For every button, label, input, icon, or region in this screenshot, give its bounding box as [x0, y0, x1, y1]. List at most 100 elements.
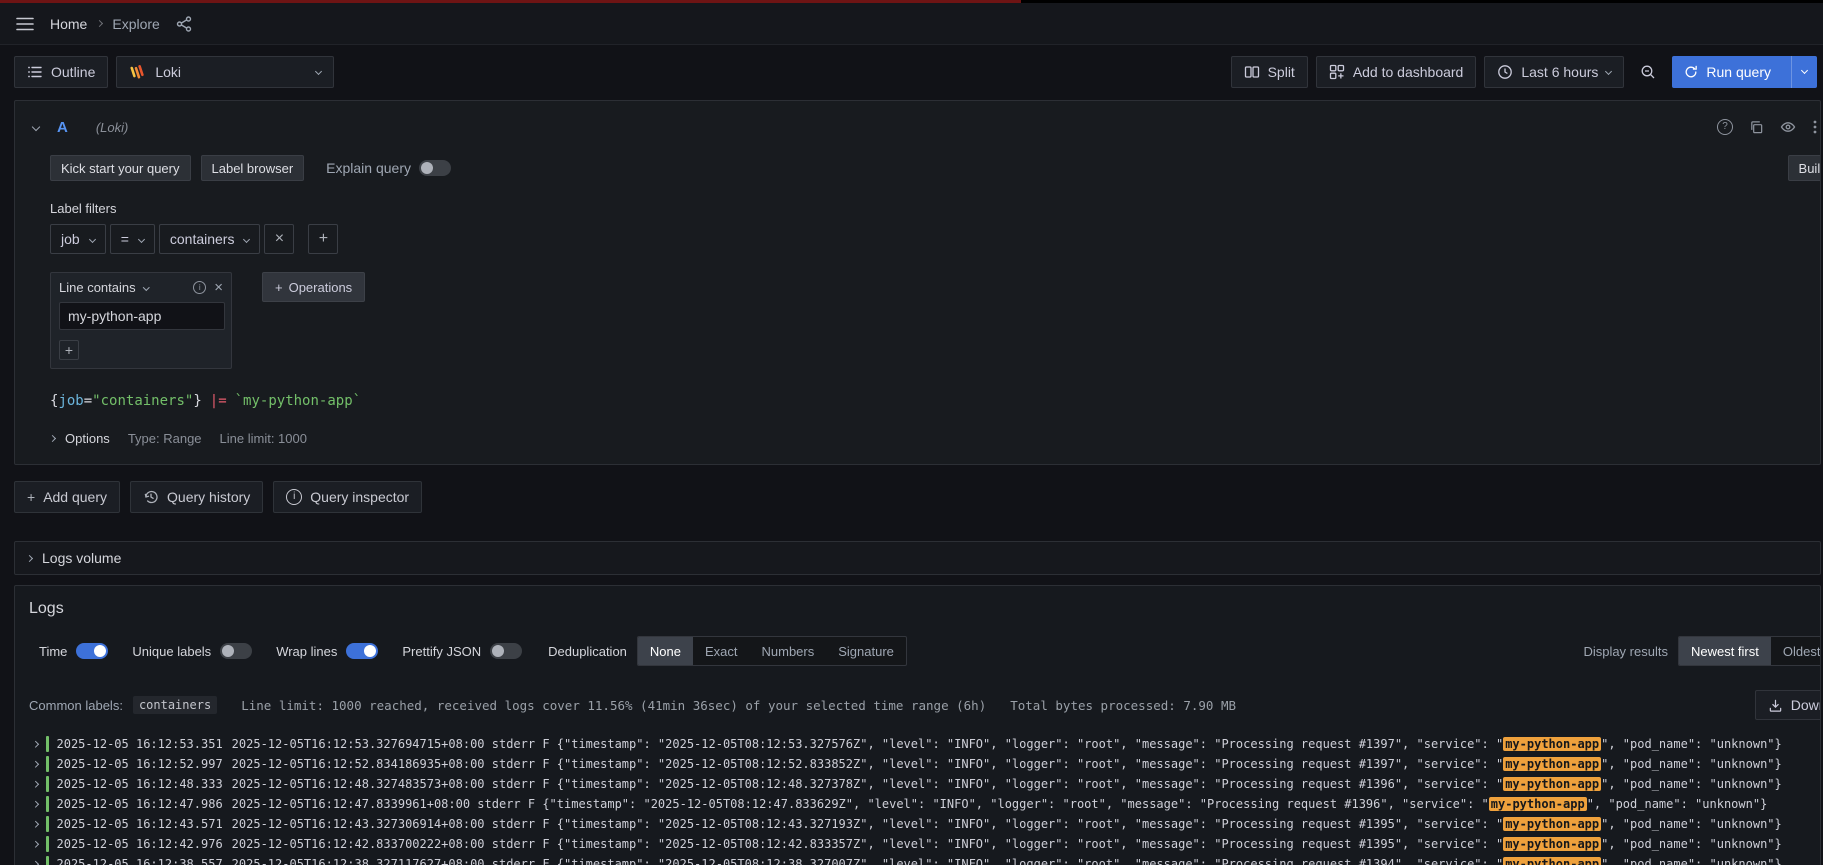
- loki-logo-icon: [129, 63, 147, 81]
- log-row[interactable]: 2025-12-05 16:12:48.333 2025-12-05T16:12…: [27, 774, 1808, 794]
- expand-log-chevron-icon[interactable]: [32, 800, 39, 808]
- sort-option-newest-first[interactable]: Newest first: [1678, 637, 1771, 665]
- log-row[interactable]: 2025-12-05 16:12:38.557 2025-12-05T16:12…: [27, 854, 1808, 865]
- hide-query-eye-icon[interactable]: [1780, 119, 1796, 135]
- close-icon: ×: [274, 230, 285, 247]
- logs-toggle: Prettify JSON: [402, 643, 523, 659]
- expand-log-chevron-icon[interactable]: [32, 760, 39, 768]
- log-message: 2025-12-05T16:12:43.327306914+08:00 stde…: [231, 817, 1782, 831]
- log-row[interactable]: 2025-12-05 16:12:43.571 2025-12-05T16:12…: [27, 814, 1808, 834]
- log-timestamp: 2025-12-05 16:12:52.997: [56, 757, 223, 771]
- logs-toggle: Time: [39, 643, 109, 659]
- sort-option-oldest-first[interactable]: Oldest first: [1771, 637, 1820, 665]
- datasource-value: Loki: [155, 64, 182, 80]
- remove-filter-button[interactable]: ×: [264, 224, 295, 254]
- download-button[interactable]: Download: [1754, 690, 1820, 720]
- options-type: Type: Range: [127, 431, 202, 446]
- query-row-header: A (Loki) ?: [15, 115, 1820, 139]
- outline-button[interactable]: Outline: [14, 56, 109, 88]
- filter-operator-select[interactable]: =: [109, 224, 155, 254]
- toggle-switch[interactable]: [490, 643, 523, 659]
- dedup-option-none[interactable]: None: [637, 637, 693, 665]
- share-shortened-link-button[interactable]: [176, 15, 192, 32]
- clock-icon: [1497, 64, 1513, 80]
- operation-title[interactable]: Line contains: [59, 280, 136, 295]
- toggle-switch[interactable]: [220, 643, 253, 659]
- query-help-icon[interactable]: ?: [1717, 119, 1733, 135]
- add-filter-button[interactable]: +: [308, 224, 339, 254]
- log-row[interactable]: 2025-12-05 16:12:42.976 2025-12-05T16:12…: [27, 834, 1808, 854]
- log-row[interactable]: 2025-12-05 16:12:53.351 2025-12-05T16:12…: [27, 734, 1808, 754]
- explore-toolbar: Outline Loki Split Add to dashboard Last…: [0, 45, 1823, 100]
- query-history-button[interactable]: Query history: [130, 481, 264, 513]
- add-to-dashboard-button[interactable]: Add to dashboard: [1315, 56, 1477, 88]
- menu-toggle-button[interactable]: [16, 17, 34, 31]
- label-filters-row: job = containers × +: [50, 224, 1820, 254]
- query-helpers-row: Kick start your query Label browser Expl…: [50, 155, 1820, 181]
- log-timestamp: 2025-12-05 16:12:53.351: [56, 737, 223, 751]
- logs-toggles: Time Unique labels Wrap lines Prettify J…: [39, 643, 523, 659]
- datasource-picker[interactable]: Loki: [116, 56, 335, 88]
- add-query-button[interactable]: + Add query: [14, 481, 121, 513]
- add-operation-param-button[interactable]: +: [59, 340, 79, 360]
- line-contains-operation-card: Line contains i × +: [50, 272, 232, 369]
- operations-row: Line contains i × + + Operations: [50, 272, 1820, 369]
- run-query-button[interactable]: Run query: [1672, 56, 1817, 88]
- toggle-switch[interactable]: [76, 643, 109, 659]
- expand-log-chevron-icon[interactable]: [32, 820, 39, 828]
- chevron-right-icon: [48, 434, 57, 443]
- log-level-bar: [45, 736, 49, 752]
- preview-close-brace: }: [193, 393, 202, 409]
- query-ref-id[interactable]: A: [57, 119, 68, 136]
- zoom-out-time-button[interactable]: [1632, 56, 1664, 88]
- expand-log-chevron-icon[interactable]: [32, 860, 39, 865]
- log-timestamp: 2025-12-05 16:12:42.976: [56, 837, 223, 851]
- preview-equals: =: [83, 393, 93, 409]
- explain-query-toggle[interactable]: [418, 160, 451, 176]
- time-range-picker[interactable]: Last 6 hours: [1484, 56, 1625, 88]
- display-results-label: Display results: [1583, 643, 1668, 659]
- kick-start-query-button[interactable]: Kick start your query: [50, 155, 191, 181]
- operation-info-icon[interactable]: i: [193, 281, 207, 294]
- dedup-option-signature[interactable]: Signature: [826, 637, 906, 665]
- duplicate-query-icon[interactable]: [1749, 120, 1764, 135]
- toggle-switch[interactable]: [346, 643, 379, 659]
- more-actions-icon[interactable]: [1812, 119, 1818, 135]
- log-row[interactable]: 2025-12-05 16:12:52.997 2025-12-05T16:12…: [27, 754, 1808, 774]
- log-level-bar: [45, 776, 49, 792]
- line-contains-input[interactable]: [59, 302, 225, 330]
- add-to-dashboard-label: Add to dashboard: [1352, 64, 1464, 80]
- split-button[interactable]: Split: [1230, 56, 1308, 88]
- dedup-option-exact[interactable]: Exact: [693, 637, 750, 665]
- chevron-down-icon: [88, 235, 96, 243]
- sort-group: Newest firstOldest first: [1677, 636, 1820, 666]
- download-icon: [1768, 698, 1783, 713]
- label-browser-button[interactable]: Label browser: [200, 155, 305, 181]
- breadcrumb-home[interactable]: Home: [50, 16, 87, 32]
- dedup-option-numbers[interactable]: Numbers: [750, 637, 827, 665]
- log-row[interactable]: 2025-12-05 16:12:47.986 2025-12-05T16:12…: [27, 794, 1808, 814]
- log-level-bar: [45, 856, 49, 865]
- query-editor-panel: A (Loki) ? Kick start your query Label b…: [14, 100, 1821, 465]
- filter-value-select[interactable]: containers: [158, 224, 261, 254]
- filter-label-select[interactable]: job: [50, 224, 106, 254]
- run-query-dropdown[interactable]: [1791, 56, 1817, 88]
- total-bytes-text: Total bytes processed: 7.90 MB: [1010, 697, 1237, 713]
- remove-operation-button[interactable]: ×: [214, 280, 223, 295]
- query-options-row[interactable]: Options Type: Range Line limit: 1000: [48, 431, 1820, 446]
- time-range-label: Last 6 hours: [1521, 64, 1599, 80]
- log-message: 2025-12-05T16:12:53.327694715+08:00 stde…: [231, 737, 1782, 751]
- expand-log-chevron-icon[interactable]: [32, 840, 39, 848]
- plus-icon: +: [318, 230, 329, 247]
- builder-mode-button[interactable]: Builder: [1787, 155, 1820, 181]
- collapse-query-chevron-icon[interactable]: [31, 122, 41, 132]
- split-icon: [1244, 64, 1260, 80]
- expand-log-chevron-icon[interactable]: [32, 780, 39, 788]
- operations-button[interactable]: + Operations: [262, 272, 366, 302]
- expand-log-chevron-icon[interactable]: [32, 740, 39, 748]
- outline-icon: [27, 64, 43, 80]
- toolbar-left: Outline Loki: [14, 56, 335, 88]
- query-inspector-button[interactable]: i Query inspector: [273, 481, 423, 513]
- run-query-main[interactable]: Run query: [1672, 56, 1783, 88]
- logs-volume-section[interactable]: Logs volume: [14, 541, 1821, 575]
